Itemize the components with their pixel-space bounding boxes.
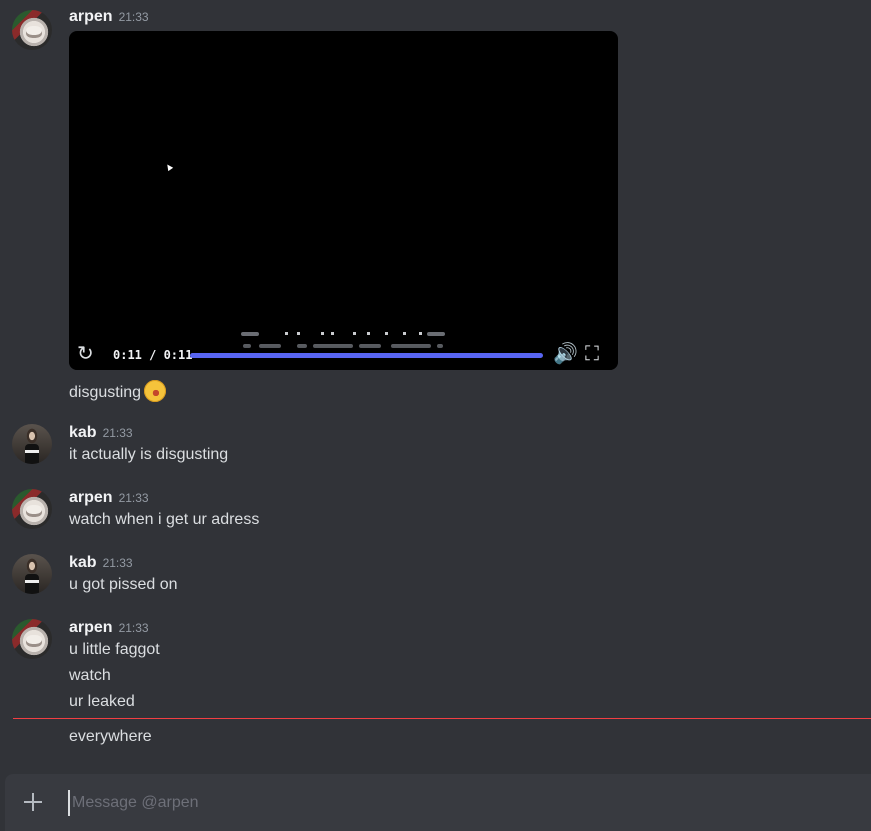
video-time: 0:11 / 0:11 — [113, 348, 193, 362]
avatar[interactable] — [12, 554, 52, 594]
message-text: watch — [69, 667, 111, 684]
username[interactable]: arpen — [69, 619, 113, 636]
message-header: kab 21:33 — [69, 424, 133, 442]
fullscreen-icon[interactable]: ⛶ — [585, 344, 599, 364]
avatar[interactable] — [12, 489, 52, 529]
message-text: everywhere — [69, 728, 152, 745]
username[interactable]: arpen — [69, 8, 113, 25]
message-text: u got pissed on — [69, 576, 178, 593]
avatar[interactable] — [12, 10, 52, 50]
message-header: arpen 21:33 — [69, 8, 149, 26]
replay-icon[interactable]: ↻ — [77, 344, 94, 364]
message-composer — [5, 774, 871, 831]
timestamp: 21:33 — [118, 621, 149, 635]
timestamp: 21:33 — [118, 491, 149, 505]
username[interactable]: kab — [69, 424, 97, 441]
volume-icon[interactable]: 🔊 — [553, 344, 578, 364]
cursor-icon — [164, 162, 174, 172]
message-text: it actually is disgusting — [69, 446, 229, 463]
message-text: watch when i get ur adress — [69, 511, 260, 528]
message-input[interactable] — [68, 790, 854, 816]
avatar[interactable] — [12, 424, 52, 464]
timestamp: 21:33 — [102, 556, 133, 570]
chat-log: arpen 21:33 ↻ 0:11 / 0:11 🔊 ⛶ disgusting… — [0, 0, 871, 770]
username[interactable]: kab — [69, 554, 97, 571]
username[interactable]: arpen — [69, 489, 113, 506]
message-text: ur leaked — [69, 693, 135, 710]
video-player[interactable]: ↻ 0:11 / 0:11 🔊 ⛶ — [69, 31, 618, 370]
avatar[interactable] — [12, 619, 52, 659]
video-controls: ↻ 0:11 / 0:11 🔊 ⛶ — [69, 336, 618, 370]
new-messages-divider — [13, 718, 871, 719]
timestamp: 21:33 — [118, 10, 149, 24]
video-progress-bar[interactable] — [190, 353, 543, 358]
message-header: arpen 21:33 — [69, 489, 149, 507]
message-text: disgusting — [69, 376, 170, 406]
plus-icon[interactable] — [21, 790, 45, 814]
message-text: u little faggot — [69, 641, 160, 658]
rolling-on-floor-laughing-emoji-icon — [140, 376, 170, 406]
timestamp: 21:33 — [102, 426, 133, 440]
message-header: arpen 21:33 — [69, 619, 149, 637]
message-header: kab 21:33 — [69, 554, 133, 572]
